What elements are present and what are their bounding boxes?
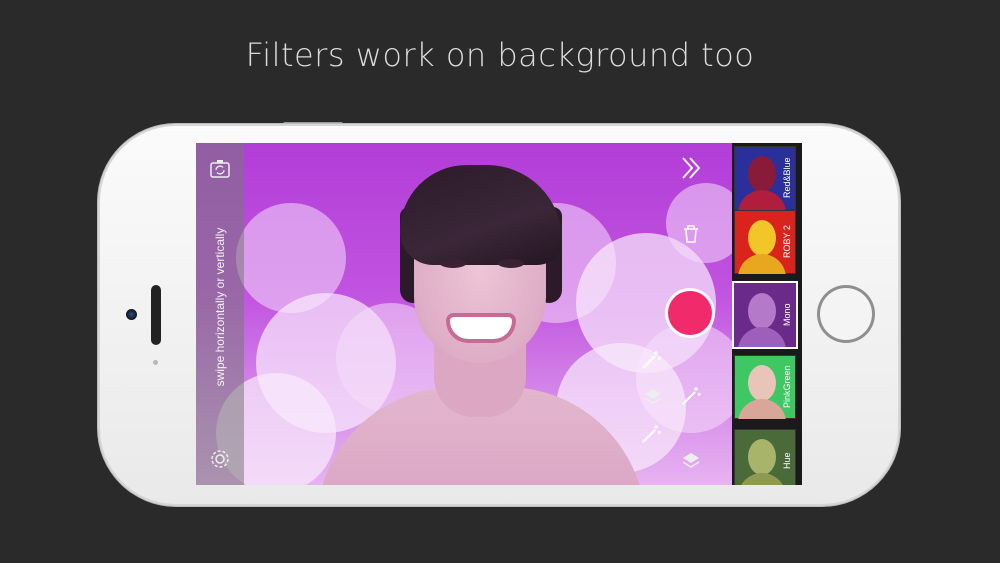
swipe-hint: swipe horizontally or vertically — [213, 227, 227, 387]
magic-wand-icon[interactable] — [680, 385, 702, 413]
filter-label: Hue — [782, 452, 792, 470]
app-screen: swipe horizontally or vertically Red&Blu… — [196, 143, 802, 485]
filter-thumb-roby-2[interactable]: ROBY 2 — [734, 210, 796, 274]
filter-thumb-face — [748, 156, 776, 192]
camera-preview[interactable]: swipe horizontally or vertically — [196, 143, 732, 485]
side-control-bar: swipe horizontally or vertically — [196, 143, 244, 485]
filter-thumb-body — [738, 254, 786, 274]
double-chevron-right-icon[interactable] — [680, 155, 702, 187]
magic-wand-icon[interactable] — [640, 423, 662, 451]
subject-person — [316, 157, 646, 485]
filter-label: ROBY 2 — [782, 225, 792, 259]
proximity-sensor — [153, 360, 158, 365]
filter-thumb-face — [748, 365, 776, 401]
filter-thumb-face — [748, 220, 776, 256]
headline: Filters work on background too — [245, 36, 755, 74]
filter-thumb-hue[interactable]: Hue — [734, 429, 796, 485]
filter-thumb-face — [748, 293, 776, 329]
filter-thumb-body — [738, 190, 786, 210]
layers-icon[interactable] — [680, 449, 702, 477]
layers-icon[interactable] — [642, 385, 664, 413]
record-button[interactable] — [668, 291, 712, 335]
home-button[interactable] — [817, 285, 875, 343]
filter-thumb-body — [738, 399, 786, 419]
gear-icon[interactable] — [202, 441, 238, 477]
subject-eye — [440, 259, 466, 268]
camera-switch-icon[interactable] — [202, 151, 238, 187]
filter-label: PinkGreen — [782, 365, 792, 409]
subject-hair — [400, 165, 562, 265]
filter-thumb-red-blue[interactable]: Red&Blue — [734, 146, 796, 210]
filter-thumb-face — [748, 439, 776, 475]
subject-eye — [498, 259, 524, 268]
filter-label: Mono — [782, 303, 792, 327]
magic-wand-icon[interactable] — [640, 349, 662, 377]
filter-label: Red&Blue — [782, 157, 792, 199]
filter-thumb-body — [738, 473, 786, 485]
filter-thumb-body — [738, 327, 786, 347]
trash-icon[interactable] — [680, 223, 702, 251]
filter-thumb-pinkgreen[interactable]: PinkGreen — [734, 355, 796, 419]
filter-strip[interactable]: Red&Blue ROBY 2 Mono PinkGreen Hue — [732, 143, 802, 485]
subject-smile — [450, 317, 512, 339]
earpiece-speaker — [151, 285, 161, 345]
filter-thumb-mono[interactable]: Mono — [734, 283, 796, 347]
front-camera — [126, 309, 137, 320]
